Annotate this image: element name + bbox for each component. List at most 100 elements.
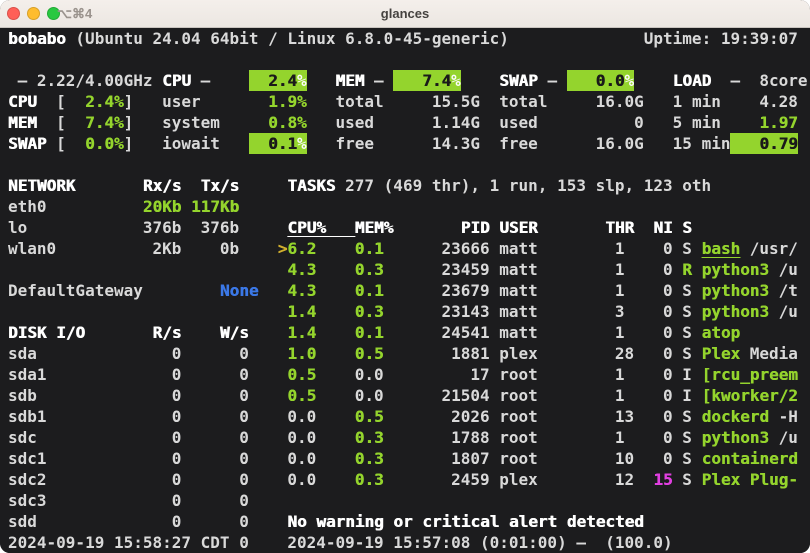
mem-total-value: 15.5G [432,91,480,112]
disk-read: 0 [172,469,182,490]
process-python3-23143: 1.40.323143matt30Spython3/u [0,301,810,322]
network-row-wlan0-and-process-bash: wlan02Kb0b>6.20.123666matt10Sbash/usr/ [0,238,810,259]
mem-pct: 0.1 [355,322,384,343]
mem-total-label: total [336,91,384,112]
state: S [682,469,692,490]
mem-pct: 0.1 [355,238,384,259]
command-args: -H [779,406,798,427]
cpu-iowait-badge: 0.1 [249,133,297,154]
disk-write: 0 [239,448,249,469]
cpu-frequency: 2.22/4.00GHz [37,70,153,91]
quicklook-cpu-label: CPU [8,91,37,112]
hostname: bobabo [8,28,66,49]
dash: – [374,70,384,91]
pid: 2459 [451,469,490,490]
default-gateway-value: None [220,280,259,301]
gateway-row-and-process-python3-23679: DefaultGatewayNone4.30.123679matt10Spyth… [0,280,810,301]
thr: 1 [615,238,625,259]
cpu-pct: 1.4 [287,301,316,322]
command: containerd [702,448,798,469]
network-tx-header: Tx/s [201,175,240,196]
command: atop [702,322,741,343]
cpu-pct: 6.2 [287,238,316,259]
disk-sdb-and-process-kworker: sdb000.50.021504root10I[kworker/2 [0,385,810,406]
state: I [682,385,692,406]
command: python3 [702,259,769,280]
thr: 12 [615,469,634,490]
sparkline-dash: – [18,70,28,91]
disk-name: sdc [8,427,37,448]
disk-section-title: DISK I/O [8,322,85,343]
user: matt [499,259,538,280]
network-rx-header: Rx/s [143,175,182,196]
disk-write-header: W/s [220,322,249,343]
thr: 3 [615,301,625,322]
ni: 0 [663,427,673,448]
user: root [499,448,538,469]
ni: 0 [663,406,673,427]
swap-used-value: 0 [634,112,644,133]
bracket: [ [56,133,66,154]
state: S [682,322,692,343]
disk-sdc3-row: sdc300 [0,490,810,511]
cpu-pct: 0.0 [287,406,316,427]
default-gateway-label: DefaultGateway [8,280,143,301]
cpu-pct: 4.3 [287,280,316,301]
disk-name: sdb [8,385,37,406]
command: python3 [702,280,769,301]
pid: 23459 [441,259,489,280]
thr: 1 [615,259,625,280]
load-1min-label: 1 min [673,91,721,112]
bracket: ] [124,91,134,112]
footer-row: 2024-09-19 15:58:27 CDT02024-09-19 15:57… [0,532,810,553]
window-title: glances [0,0,810,27]
stats-row-3: SWAP[0.0%]iowait 0.1%free14.3Gfree16.0G1… [0,133,810,154]
tx-value: 117Kb [191,196,239,217]
disk-name: sda1 [8,364,47,385]
user: matt [499,322,538,343]
disk-name: sdc3 [8,490,47,511]
command: python3 [702,301,769,322]
quicklook-mem-label: MEM [8,112,37,133]
ni: 0 [663,385,673,406]
swap-free-value: 16.0G [596,133,644,154]
terminal-window: ⌥⌘4 glances bobabo(Ubuntu 24.04 64bit / … [0,0,810,553]
pid: 21504 [441,385,489,406]
pid: 2026 [451,406,490,427]
process-header-pid: PID [461,217,490,238]
disk-read: 0 [172,427,182,448]
bracket: ] [124,133,134,154]
thr: 10 [615,448,634,469]
mem-used-label: used [336,112,375,133]
quicklook-swap-label: SWAP [8,133,47,154]
disk-read-header: R/s [152,322,181,343]
cpu-pct: 1.0 [287,343,316,364]
dash: – [730,70,740,91]
pid: 23143 [441,301,489,322]
cpu-pct: 0.5 [287,385,316,406]
thr: 1 [615,427,625,448]
process-header-cpu-sorted: CPU% [287,217,354,238]
command-args: /usr/ [750,238,798,259]
command: bash [702,238,741,259]
cpu-total-badge: 2.4 [249,70,297,91]
bracket: [ [56,91,66,112]
disk-write: 0 [239,406,249,427]
mem-pct: 0.5 [355,406,384,427]
glances-terminal-screen[interactable]: bobabo(Ubuntu 24.04 64bit / Linux 6.8.0-… [0,28,810,553]
window-titlebar[interactable]: ⌥⌘4 glances [0,0,810,28]
user: plex [499,343,538,364]
cpu-pct: 0.0 [287,427,316,448]
bracket: [ [56,112,66,133]
disk-write: 0 [239,490,249,511]
disk-name: sda [8,343,37,364]
disk-sdc2-and-process-plex-plugin: sdc2000.00.32459plex1215SPlex Plug- [0,469,810,490]
bracket: ] [124,112,134,133]
pid: 23666 [441,238,489,259]
cpu-pct: 0.0 [287,448,316,469]
process-header-ni: NI [653,217,672,238]
cpu-pct: 1.4 [287,322,316,343]
cpu-pct: 0.5 [287,364,316,385]
swap-total-value: 16.0G [596,91,644,112]
mem-pct: 0.0 [355,364,384,385]
